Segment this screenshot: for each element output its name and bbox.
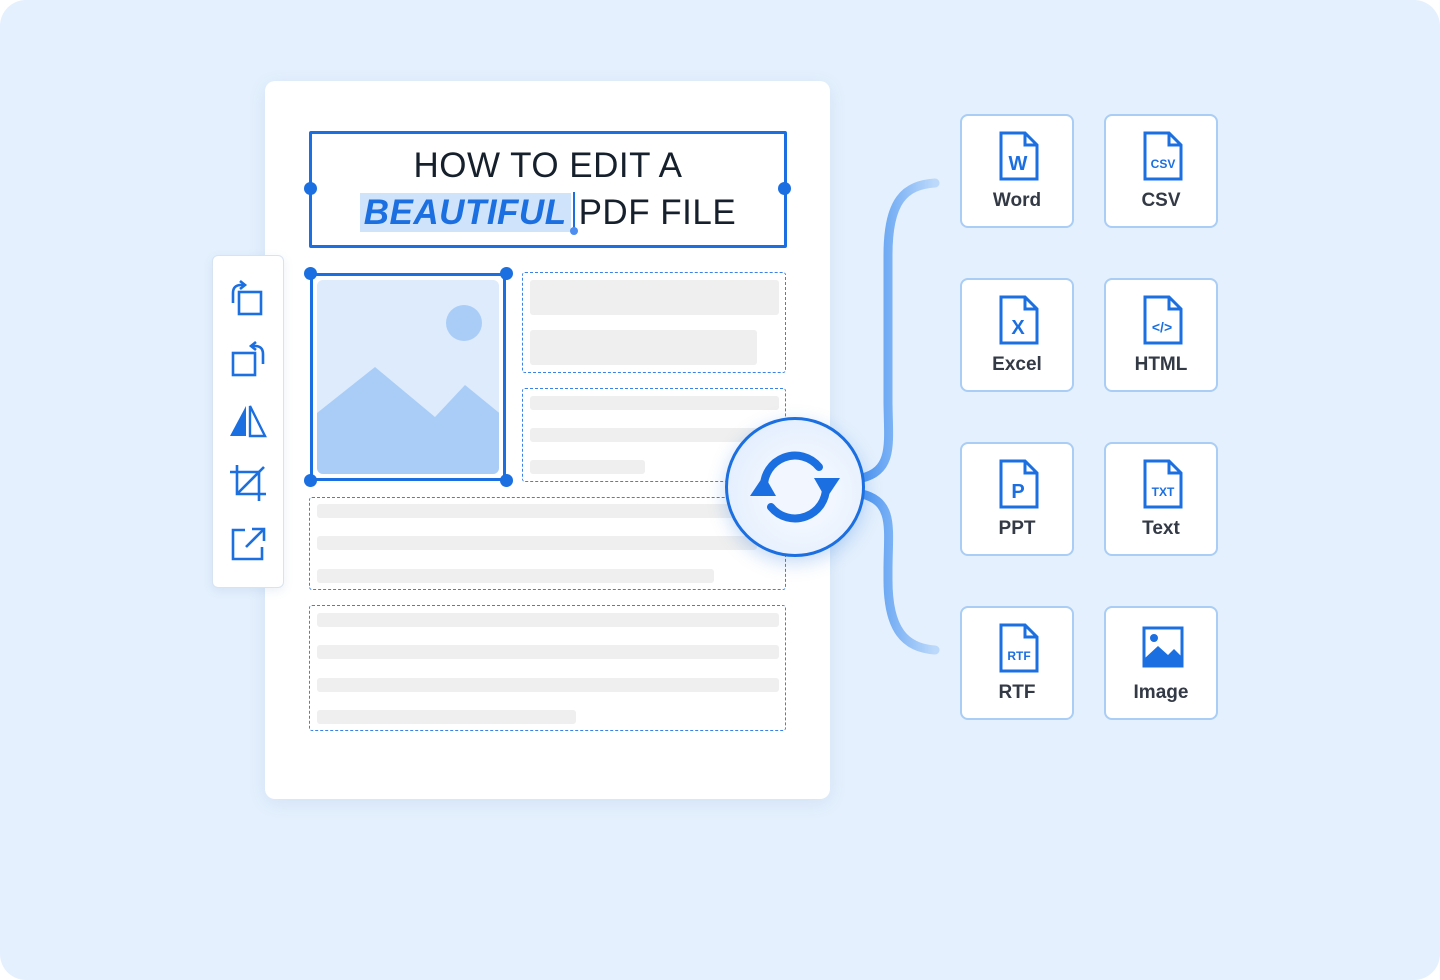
svg-text:W: W (1009, 153, 1028, 175)
text-line (317, 710, 576, 724)
format-label: CSV (1141, 190, 1181, 211)
format-label: Text (1142, 518, 1180, 539)
text-line (317, 613, 779, 627)
format-label: HTML (1134, 354, 1188, 375)
format-card-word[interactable]: W Word (960, 114, 1074, 228)
svg-text:P: P (1011, 481, 1024, 503)
image-handle-tr[interactable] (500, 267, 513, 280)
svg-text:</>: </> (1152, 319, 1172, 335)
sync-icon (750, 451, 840, 523)
text-line (530, 396, 779, 410)
format-label: Word (992, 190, 1042, 211)
text-line (317, 569, 714, 583)
image-placeholder (317, 280, 499, 474)
ppt-file-icon: P (999, 459, 1039, 509)
resize-handle-right[interactable] (778, 182, 791, 195)
csv-file-icon: CSV (1143, 131, 1183, 181)
svg-text:X: X (1011, 317, 1025, 339)
format-card-html[interactable]: </> HTML (1104, 278, 1218, 392)
format-card-rtf[interactable]: RTF RTF (960, 606, 1074, 720)
format-label: RTF (998, 682, 1036, 703)
word-file-icon: W (999, 131, 1039, 181)
title-line-1: HOW TO EDIT A (413, 146, 683, 185)
format-label: PPT (998, 518, 1036, 539)
format-card-excel[interactable]: X Excel (960, 278, 1074, 392)
text-line (317, 645, 779, 659)
text-line (530, 280, 779, 315)
rotate-left-icon[interactable] (228, 279, 268, 319)
excel-file-icon: X (999, 295, 1039, 345)
text-line (317, 536, 757, 550)
rtf-file-icon: RTF (999, 623, 1039, 673)
image-handle-bl[interactable] (304, 474, 317, 487)
extract-icon[interactable] (228, 524, 268, 564)
image-handle-br[interactable] (500, 474, 513, 487)
text-line (530, 428, 760, 442)
html-file-icon: </> (1143, 295, 1183, 345)
image-block[interactable] (310, 273, 506, 481)
crop-icon[interactable] (228, 463, 268, 503)
format-card-ppt[interactable]: P PPT (960, 442, 1074, 556)
svg-text:RTF: RTF (1007, 649, 1030, 663)
illustration-canvas: HOW TO EDIT A BEAUTIFUL PDF FILE W Word … (0, 0, 1440, 980)
text-cursor (569, 192, 578, 235)
format-label: Excel (992, 354, 1042, 375)
image-handle-tl[interactable] (304, 267, 317, 280)
title-line-2: BEAUTIFUL PDF FILE (312, 192, 784, 235)
text-line (530, 460, 645, 474)
highlighted-word[interactable]: BEAUTIFUL (359, 193, 571, 232)
format-card-csv[interactable]: CSV CSV (1104, 114, 1218, 228)
svg-text:TXT: TXT (1152, 485, 1175, 499)
flip-icon[interactable] (228, 402, 268, 442)
format-label: Image (1133, 682, 1189, 703)
resize-handle-left[interactable] (304, 182, 317, 195)
title-text-box[interactable]: HOW TO EDIT A BEAUTIFUL PDF FILE (309, 131, 787, 248)
text-line (317, 504, 737, 518)
title-rest: PDF FILE (578, 193, 737, 232)
convert-button[interactable] (725, 417, 865, 557)
format-card-image[interactable]: Image (1104, 606, 1218, 720)
format-card-text[interactable]: TXT Text (1104, 442, 1218, 556)
edit-toolbar (212, 255, 284, 588)
svg-text:CSV: CSV (1151, 157, 1176, 171)
rotate-right-icon[interactable] (228, 340, 268, 380)
text-line (530, 330, 757, 365)
text-line (317, 678, 779, 692)
image-file-icon (1142, 626, 1184, 668)
txt-file-icon: TXT (1143, 459, 1183, 509)
